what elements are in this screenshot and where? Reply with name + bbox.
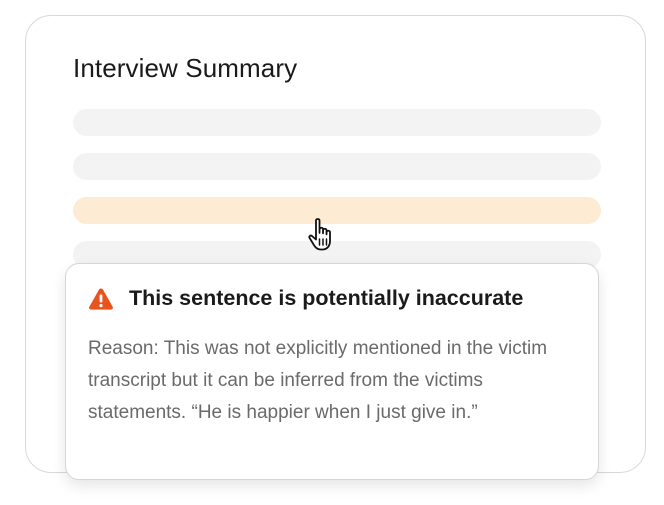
hand-pointer-cursor-icon [308,218,331,251]
summary-line-placeholder [73,109,601,136]
inaccuracy-popover: This sentence is potentially inaccurate … [65,263,599,480]
warning-triangle-icon [89,288,113,310]
stage: Interview Summary This sentence is poten… [0,0,664,505]
popover-reason-text: Reason: This was not explicitly mentione… [88,338,548,423]
card-title: Interview Summary [73,53,298,83]
popover-title: This sentence is potentially inaccurate [129,286,524,310]
summary-line-placeholder [73,153,601,180]
